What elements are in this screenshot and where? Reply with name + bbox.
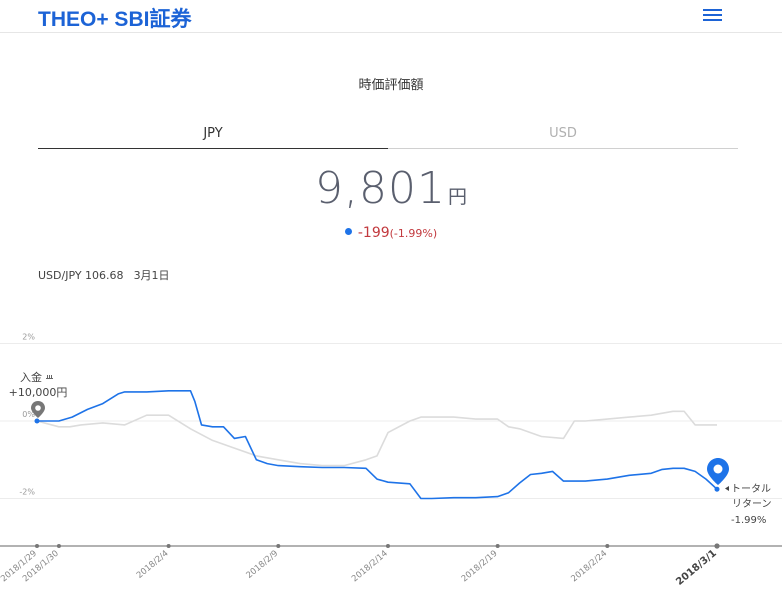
x-tick-label: 2018/2/9 <box>245 549 281 581</box>
performance-chart[interactable]: 2%0%-2% 2018/1/292018/1/30 2018/2/4 2018/2… <box>0 0 782 591</box>
portfolio-return-line <box>37 389 718 500</box>
current-location-pin-icon[interactable] <box>707 458 729 485</box>
series-start-point <box>34 418 40 424</box>
x-tick-label: 2018/2/19 <box>460 549 500 585</box>
bank-icon <box>46 375 53 379</box>
x-tick-dot <box>276 544 281 548</box>
x-tick-label: 2018/3/1 <box>674 548 719 588</box>
benchmark-line <box>36 410 717 467</box>
x-tick-dot <box>605 544 610 548</box>
x-tick-label: 2018/2/24 <box>569 549 609 585</box>
x-tick-dot <box>385 544 390 548</box>
total-return-value: -1.99% <box>731 515 766 526</box>
x-tick-label: 2018/2/4 <box>135 549 171 581</box>
deposit-amount: +10,000円 <box>9 386 68 399</box>
x-tick-dot <box>714 543 720 549</box>
x-tick-dot <box>35 544 39 548</box>
y-tick-label: -2% <box>19 488 35 497</box>
y-tick-label: 2% <box>22 333 35 342</box>
total-return-label-1: トータル <box>731 483 771 495</box>
x-tick-dot <box>166 544 171 548</box>
caret-left-icon <box>725 486 729 491</box>
series-end-point <box>714 486 720 492</box>
x-tick-dot <box>495 544 500 548</box>
deposit-label: 入金 <box>20 370 42 384</box>
x-tick-label: 2018/2/14 <box>350 549 390 585</box>
x-tick-dot <box>56 544 61 548</box>
total-return-label-2: リターン <box>732 498 772 510</box>
